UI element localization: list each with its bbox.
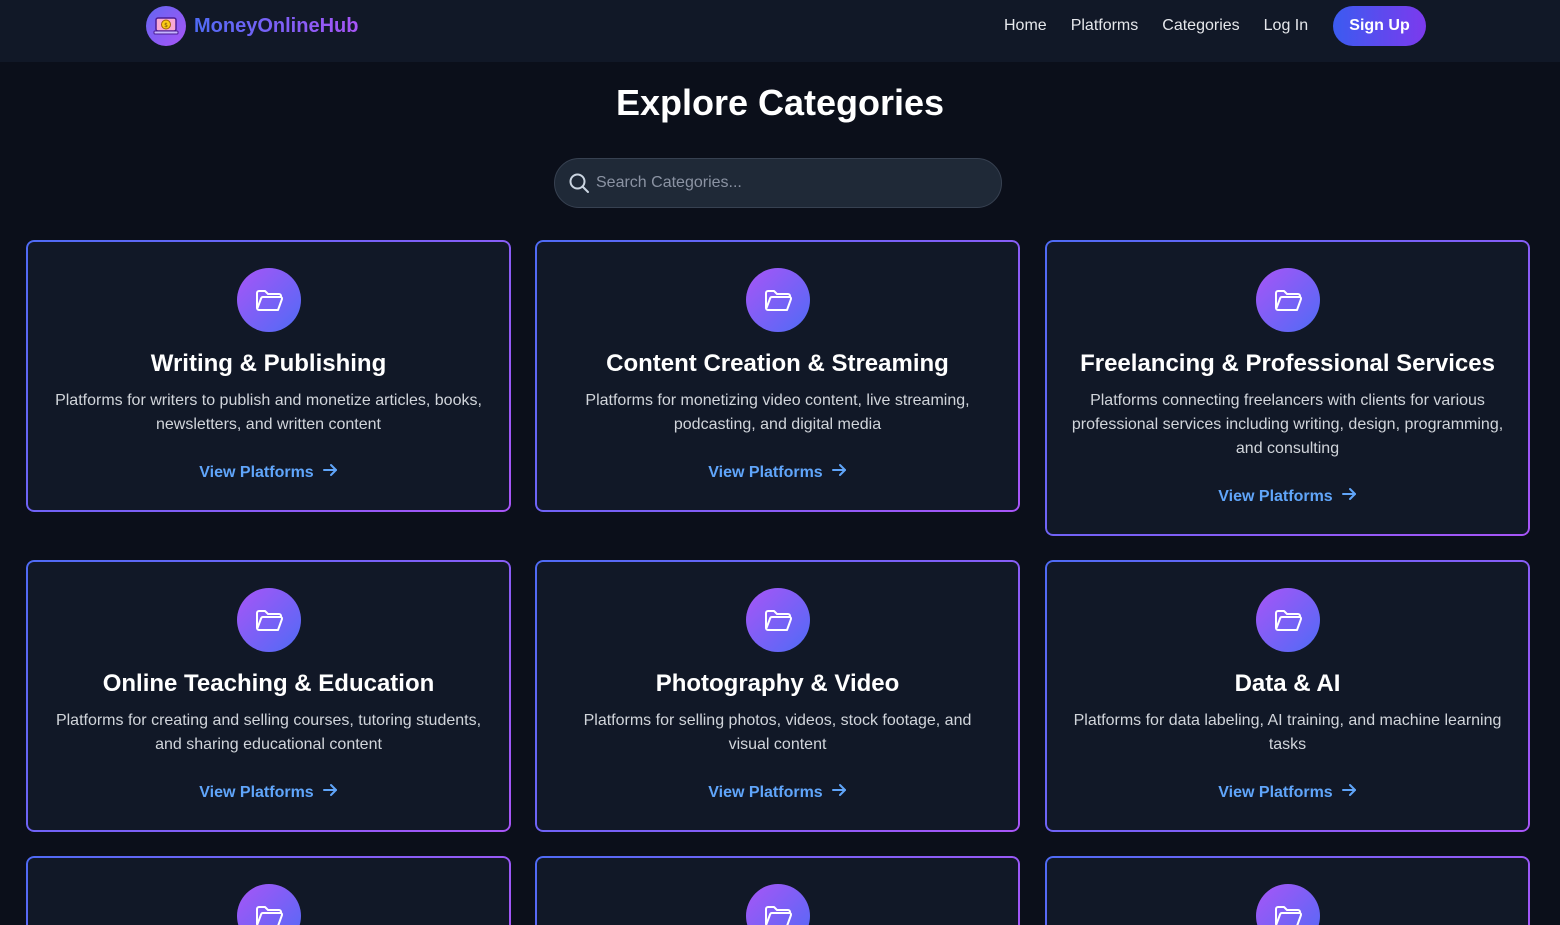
category-card[interactable]: Data & AI Platforms for data labeling, A… [1045,560,1530,832]
category-title: Content Creation & Streaming [606,350,949,377]
arrow-right-icon [831,462,847,483]
view-platforms-label: View Platforms [1218,783,1333,801]
page-title: Explore Categories [615,82,945,123]
nav-home[interactable]: Home [1004,17,1047,35]
category-card[interactable]: Writing & Publishing Platforms for write… [26,240,511,512]
category-description: Platforms for monetizing video content, … [585,392,970,433]
arrow-right-icon [831,782,847,803]
svg-text:$: $ [164,22,168,29]
arrow-right-icon [1341,782,1357,803]
category-title: Freelancing & Professional Services [1080,350,1495,377]
view-platforms-label: View Platforms [1218,487,1333,505]
category-card[interactable] [535,856,1020,925]
view-platforms-label: View Platforms [199,463,314,481]
folder-open-icon [1255,588,1320,652]
arrow-right-icon [322,462,338,483]
view-platforms-label: View Platforms [708,783,823,801]
category-title: Photography & Video [655,670,900,697]
search-bar [554,158,1002,208]
nav-links: Home Platforms Categories Log In [1004,6,1332,46]
arrow-right-icon [1341,486,1357,507]
search-input[interactable] [596,174,976,192]
view-platforms-link[interactable]: View Platforms [537,462,1018,483]
folder-open-icon [1255,884,1320,925]
folder-open-icon [745,884,810,925]
signup-button[interactable]: Sign Up [1333,6,1426,46]
category-card[interactable]: Freelancing & Professional Services Plat… [1045,240,1530,536]
folder-open-icon [236,884,301,925]
category-description: Platforms for data labeling, AI training… [1073,712,1502,753]
view-platforms-link[interactable]: View Platforms [28,462,509,483]
folder-open-icon [745,268,810,332]
folder-open-icon [236,588,301,652]
folder-open-icon [1255,268,1320,332]
arrow-right-icon [322,782,338,803]
category-description: Platforms for selling photos, videos, st… [583,712,972,753]
money-laptop-icon: $ [146,6,186,46]
category-card[interactable] [1045,856,1530,925]
search-icon [569,173,589,193]
view-platforms-label: View Platforms [708,463,823,481]
category-description: Platforms for writers to publish and mon… [55,392,482,433]
view-platforms-link[interactable]: View Platforms [28,782,509,803]
folder-open-icon [236,268,301,332]
category-card[interactable]: Online Teaching & Education Platforms fo… [26,560,511,832]
view-platforms-link[interactable]: View Platforms [1047,782,1528,803]
brand[interactable]: $ MoneyOnlineHub [146,6,358,46]
view-platforms-link[interactable]: View Platforms [1047,486,1528,507]
nav-categories[interactable]: Categories [1162,17,1239,35]
category-card[interactable]: Photography & Video Platforms for sellin… [535,560,1020,832]
brand-name: MoneyOnlineHub [194,14,359,37]
nav-login[interactable]: Log In [1264,17,1308,35]
view-platforms-label: View Platforms [199,783,314,801]
category-card[interactable]: Content Creation & Streaming Platforms f… [535,240,1020,512]
folder-open-icon [745,588,810,652]
category-description: Platforms connecting freelancers with cl… [1071,392,1504,457]
navbar: $ MoneyOnlineHub Home Platforms Categori… [0,0,1560,62]
view-platforms-link[interactable]: View Platforms [537,782,1018,803]
nav-platforms[interactable]: Platforms [1071,17,1139,35]
category-description: Platforms for creating and selling cours… [55,712,482,753]
category-card[interactable] [26,856,511,925]
category-title: Data & AI [1234,670,1341,697]
category-title: Online Teaching & Education [102,670,435,697]
category-title: Writing & Publishing [150,350,387,377]
